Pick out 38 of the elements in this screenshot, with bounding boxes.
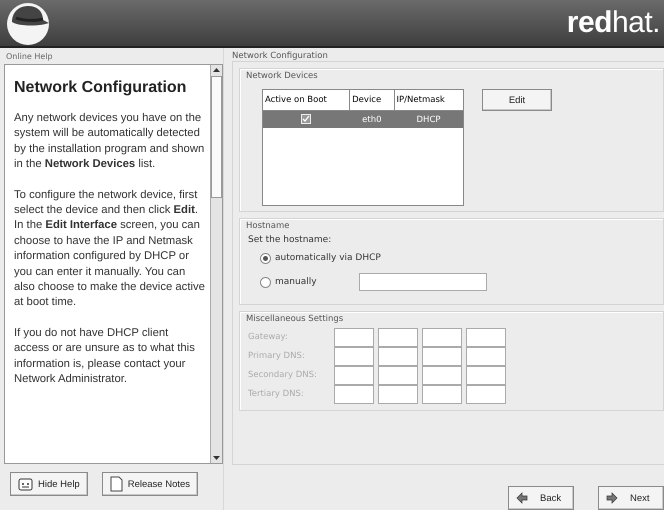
scrollbar[interactable]	[210, 65, 222, 463]
panel-label: Online Help	[6, 52, 54, 61]
column-header[interactable]: Device	[350, 90, 394, 110]
option-label[interactable]: automatically via DHCP	[275, 253, 381, 263]
section-title: Network Configuration	[232, 51, 329, 61]
face-icon	[18, 476, 33, 492]
document-icon	[110, 476, 123, 492]
column-header[interactable]: Active on Boot	[262, 90, 350, 110]
help-paragraph: To configure the network device, first select the device and then click Edit. In the Edit Interface screen, you can choose to have the IP and Netmask information configured by DHCP or you can enter it manually. You can also choose to make the device active at boot time.	[14, 188, 206, 310]
release-notes-button[interactable]: Release Notes	[102, 472, 198, 496]
back-button[interactable]: Back	[508, 486, 574, 510]
device-row[interactable]: eth0 DHCP	[262, 110, 464, 128]
hide-help-button[interactable]: Hide Help	[10, 472, 88, 496]
help-paragraph: Any network devices you have on the system will be automatically detected by the installation program and shown in the Network Devices list.	[14, 111, 206, 172]
hostname-prompt: Set the hostname:	[248, 235, 332, 245]
frame-label: Network Devices	[246, 71, 319, 81]
hostname-field[interactable]	[358, 273, 487, 291]
arrow-left-icon	[516, 492, 528, 504]
radio-button[interactable]	[260, 252, 271, 264]
option-label[interactable]: manually	[275, 277, 317, 287]
column-header[interactable]: IP/Netmask	[394, 90, 464, 110]
arrow-right-icon	[606, 492, 618, 504]
field-label: Tertiary DNS:	[248, 388, 305, 401]
table-cell: eth0	[350, 110, 394, 128]
next-button[interactable]: Next	[598, 486, 664, 510]
frame-label: Miscellaneous Settings	[246, 314, 344, 324]
frame-label: Hostname	[246, 221, 290, 231]
field-label: Secondary DNS:	[248, 369, 318, 382]
checkbox[interactable]	[301, 114, 312, 124]
help-title: Network Configuration	[14, 79, 188, 97]
help-paragraph: If you do not have DHCP client access or are unsure as to what this information is, please contact your Network Administrator.	[14, 326, 196, 388]
field-label: Gateway:	[248, 331, 289, 344]
table-cell: DHCP	[394, 110, 464, 128]
devices-table[interactable]: Active on Boot Device IP/Netmask eth0 DHCP	[262, 89, 464, 206]
field-label: Primary DNS:	[248, 350, 306, 363]
radio-button[interactable]	[260, 276, 271, 288]
edit-button[interactable]: Edit	[482, 89, 552, 111]
redhat-logo: redhat.	[566, 6, 661, 40]
